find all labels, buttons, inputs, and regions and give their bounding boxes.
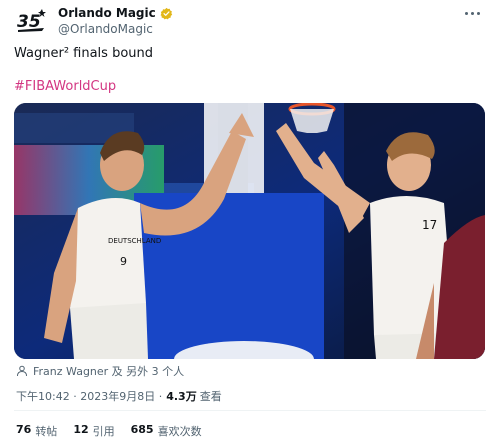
engagement-stats: 76 转帖 12 引用 685 喜欢次数 [16, 423, 202, 439]
more-options-icon[interactable] [462, 6, 482, 20]
svg-text:9: 9 [120, 255, 127, 268]
divider [14, 410, 486, 411]
likes-stat[interactable]: 685 喜欢次数 [131, 423, 202, 439]
retweets-count: 76 [16, 423, 32, 436]
tagged-text: Franz Wagner 及 另外 3 个人 [33, 365, 185, 378]
likes-label: 喜欢次数 [157, 425, 202, 438]
tweet-text: Wagner² finals bound [14, 46, 154, 61]
display-name[interactable]: Orlando Magic [58, 6, 156, 20]
quotes-label: 引用 [92, 425, 115, 438]
tweet-card: 35 Orlando Magic @OrlandoMagic Wagner² f… [0, 0, 500, 440]
tweet-meta: 下午10:42 · 2023年9月8日 · 4.3万 查看 [16, 388, 222, 404]
person-icon [17, 365, 27, 377]
retweets-stat[interactable]: 76 转帖 [16, 423, 57, 439]
hashtag-link[interactable]: #FIBAWorldCup [14, 79, 116, 94]
views-label: 查看 [199, 390, 222, 403]
tweet-time[interactable]: 下午10:42 [16, 388, 70, 404]
tweet-photo[interactable]: DEUTSCHLAND 9 17 [14, 103, 485, 359]
avatar[interactable]: 35 [14, 6, 50, 36]
orlando-magic-35-logo: 35 [17, 9, 46, 32]
likes-count: 685 [130, 423, 154, 436]
svg-text:17: 17 [422, 218, 437, 232]
retweets-label: 转帖 [35, 425, 58, 438]
tweet-date[interactable]: 2023年9月8日 [80, 388, 155, 404]
tagged-users[interactable]: Franz Wagner 及 另外 3 个人 [16, 363, 184, 379]
quotes-stat[interactable]: 12 引用 [73, 423, 114, 439]
views-count[interactable]: 4.3万 [166, 388, 197, 404]
meta-separator: · [155, 389, 163, 403]
handle[interactable]: @OrlandoMagic [58, 22, 153, 36]
meta-separator: · [69, 389, 81, 403]
quotes-count: 12 [73, 423, 89, 436]
author-name-row: Orlando Magic [58, 6, 173, 20]
verified-badge-icon [160, 7, 172, 19]
basketball-players-high-five-image: DEUTSCHLAND 9 17 [14, 103, 485, 359]
svg-text:DEUTSCHLAND: DEUTSCHLAND [108, 237, 161, 245]
